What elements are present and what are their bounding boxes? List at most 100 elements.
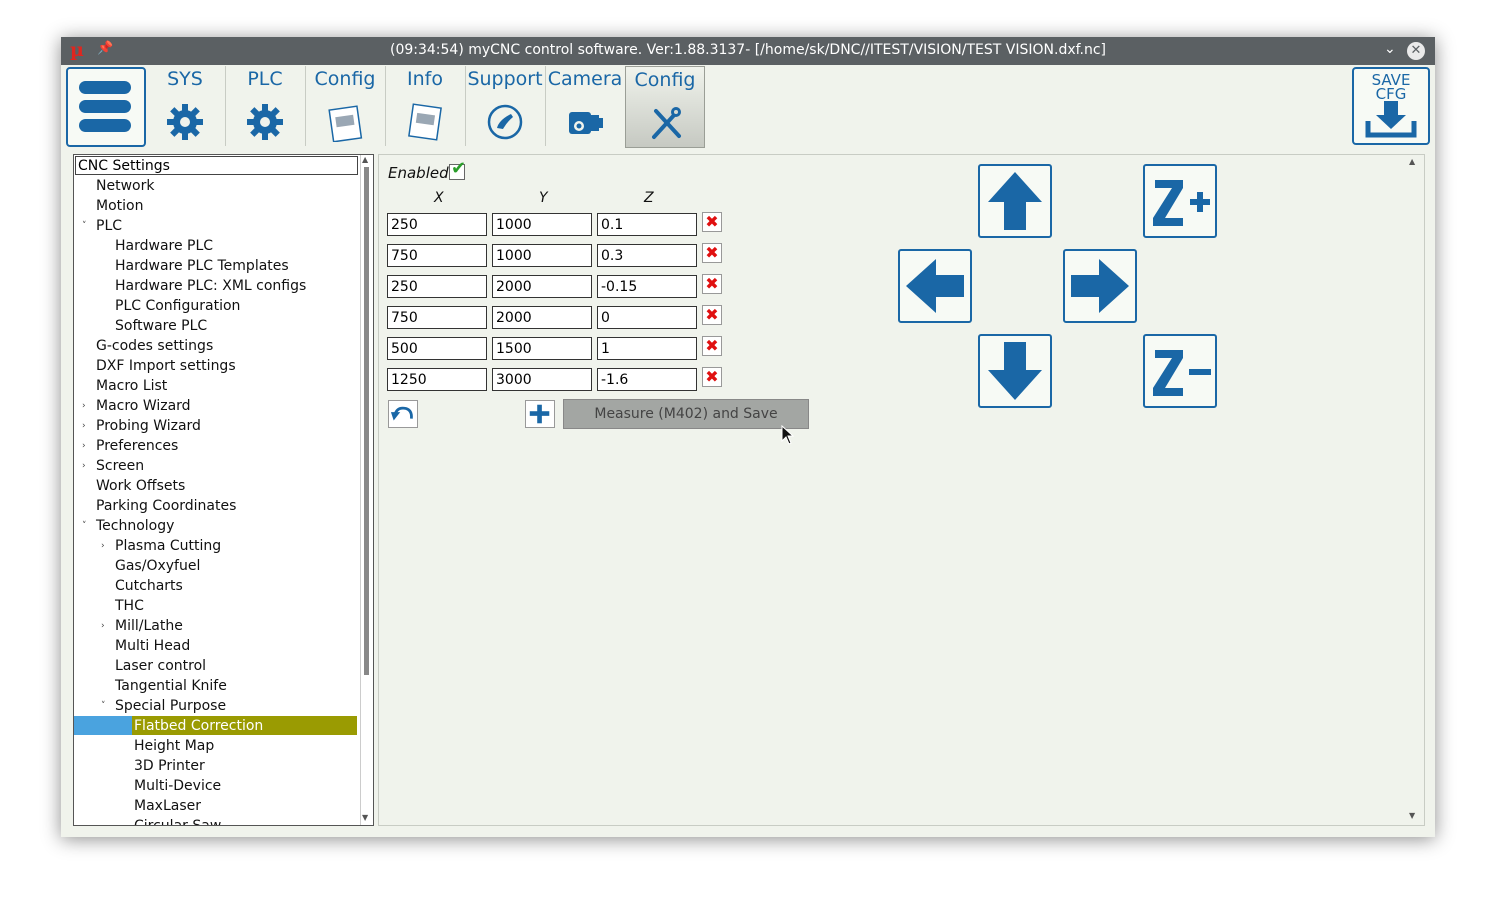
panel-scroll-down-icon[interactable]: ▼ [1409,811,1415,820]
point-x-input[interactable]: 500 [387,337,487,360]
expand-arrow-icon[interactable]: › [82,416,86,436]
tree-item[interactable]: Laser control [115,656,206,676]
enabled-label: Enabled [388,164,449,182]
tree-item[interactable]: Multi Head [115,636,190,656]
measure-and-save-button[interactable]: Measure (M402) and Save [563,399,809,429]
tree-item[interactable]: DXF Import settings [96,356,236,376]
tree-item[interactable]: Circular Saw [134,816,221,825]
tree-item[interactable]: MaxLaser [134,796,201,816]
tree-item[interactable]: Multi-Device [134,776,221,796]
hamburger-icon-bar [79,119,131,132]
tab-support[interactable]: Support [465,66,546,146]
expand-arrow-icon[interactable]: › [101,536,105,556]
expand-arrow-icon[interactable]: › [82,456,86,476]
tab-config-2[interactable]: Config [625,66,705,148]
tree-item[interactable]: Mill/Lathe [115,616,183,636]
tree-item[interactable]: PLC [96,216,122,236]
tree-item[interactable]: Cutcharts [115,576,183,596]
point-x-input[interactable]: 250 [387,213,487,236]
tree-item[interactable]: THC [115,596,144,616]
tab-label: Camera [547,68,623,90]
delete-row-icon[interactable]: ✖ [702,274,722,294]
expand-arrow-icon[interactable]: › [82,396,86,416]
tree-item[interactable]: Gas/Oxyfuel [115,556,200,576]
point-y-input[interactable]: 1500 [492,337,592,360]
point-z-input[interactable]: 0.3 [597,244,697,267]
delete-row-icon[interactable]: ✖ [702,305,722,325]
tree-item[interactable]: Work Offsets [96,476,185,496]
close-icon[interactable]: ✕ [1407,42,1425,60]
jog-left-button[interactable] [898,249,972,323]
tree-item[interactable]: Flatbed Correction [134,716,263,736]
delete-row-icon[interactable]: ✖ [702,367,722,387]
mouse-cursor-icon [781,425,795,445]
point-y-input[interactable]: 3000 [492,368,592,391]
point-z-input[interactable]: -1.6 [597,368,697,391]
point-y-input[interactable]: 1000 [492,213,592,236]
scroll-thumb[interactable] [364,167,369,675]
undo-button[interactable] [388,400,418,428]
tab-info[interactable]: Info [385,66,466,146]
point-z-input[interactable]: 0 [597,306,697,329]
tree-item[interactable]: Parking Coordinates [96,496,236,516]
tab-plc[interactable]: PLC [225,66,306,146]
panel-scroll-up-icon[interactable]: ▲ [1409,157,1415,166]
enabled-checkbox[interactable]: ✔ [449,158,466,180]
jog-z-plus-button[interactable] [1143,164,1217,238]
point-y-input[interactable]: 2000 [492,275,592,298]
point-x-input[interactable]: 750 [387,244,487,267]
tree-item[interactable]: Software PLC [115,316,207,336]
scroll-up-arrow-icon[interactable]: ▲ [362,155,368,164]
minimize-icon[interactable]: ⌄ [1384,41,1396,57]
tree-item[interactable]: Technology [96,516,174,536]
tree-scrollbar[interactable]: ▲ ▼ [360,155,373,825]
delete-row-icon[interactable]: ✖ [702,212,722,232]
add-point-button[interactable] [525,400,555,428]
tab-label: SYS [167,68,203,90]
point-z-input[interactable]: -0.15 [597,275,697,298]
point-z-input[interactable]: 0.1 [597,213,697,236]
tab-config-1[interactable]: Config [305,66,386,146]
tree-item[interactable]: Macro Wizard [96,396,191,416]
jog-down-button[interactable] [978,334,1052,408]
point-x-input[interactable]: 250 [387,275,487,298]
tree-item[interactable]: Preferences [96,436,178,456]
window-title: (09:34:54) myCNC control software. Ver:1… [389,42,1107,58]
collapse-arrow-icon[interactable]: ˅ [82,516,87,536]
save-cfg-button[interactable]: SAVE CFG [1352,67,1430,145]
tree-item[interactable]: 3D Printer [134,756,205,776]
tab-sys[interactable]: SYS [145,66,226,146]
tree-item[interactable]: Plasma Cutting [115,536,221,556]
collapse-arrow-icon[interactable]: ˅ [101,696,106,716]
tree-item[interactable]: G-codes settings [96,336,213,356]
tree-item[interactable]: Special Purpose [115,696,226,716]
scroll-down-arrow-icon[interactable]: ▼ [362,813,368,822]
tree-item[interactable]: Hardware PLC: XML configs [115,276,306,296]
tab-camera[interactable]: Camera [545,66,626,146]
point-y-input[interactable]: 1000 [492,244,592,267]
jog-z-minus-button[interactable] [1143,334,1217,408]
delete-row-icon[interactable]: ✖ [702,243,722,263]
expand-arrow-icon[interactable]: › [82,436,86,456]
point-x-input[interactable]: 750 [387,306,487,329]
delete-row-icon[interactable]: ✖ [702,336,722,356]
tree-item[interactable]: Macro List [96,376,167,396]
jog-right-button[interactable] [1063,249,1137,323]
tree-item[interactable]: PLC Configuration [115,296,240,316]
point-y-input[interactable]: 2000 [492,306,592,329]
tree-item[interactable]: Screen [96,456,144,476]
tree-item[interactable]: Network [96,176,154,196]
tree-item[interactable]: Height Map [134,736,214,756]
point-x-input[interactable]: 1250 [387,368,487,391]
tree-item[interactable]: Tangential Knife [115,676,227,696]
tree-item[interactable]: Hardware PLC [115,236,213,256]
collapse-arrow-icon[interactable]: ˅ [82,216,87,236]
tree-item[interactable]: Probing Wizard [96,416,201,436]
expand-arrow-icon[interactable]: › [101,616,105,636]
tree-item[interactable]: Hardware PLC Templates [115,256,289,276]
tree-item[interactable]: Motion [96,196,143,216]
main-menu-button[interactable] [66,67,146,147]
point-z-input[interactable]: 1 [597,337,697,360]
jog-up-button[interactable] [978,164,1052,238]
tree-header[interactable]: CNC Settings [75,156,358,175]
